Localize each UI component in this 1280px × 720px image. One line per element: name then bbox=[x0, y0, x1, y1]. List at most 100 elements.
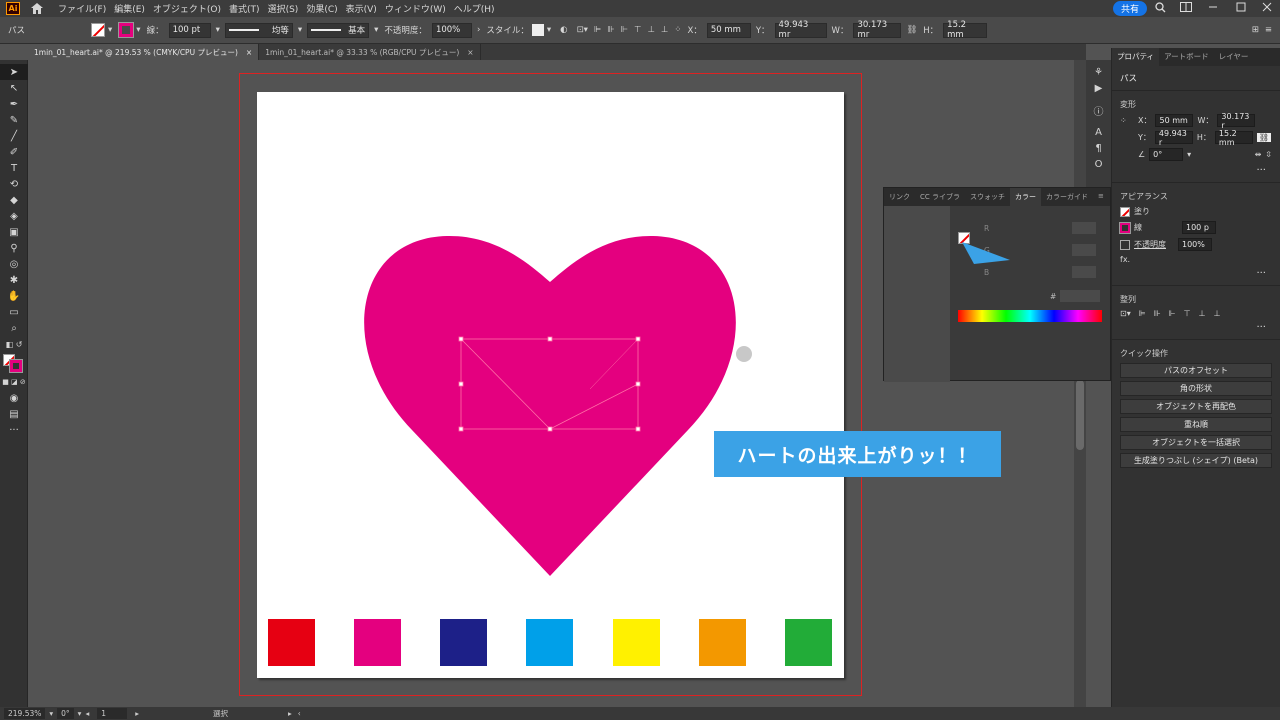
reference-point-icon[interactable]: ⁘ bbox=[674, 25, 681, 35]
align-hcenter-icon[interactable]: ⊪ bbox=[1154, 309, 1161, 318]
artboard-number-field[interactable]: 1 bbox=[97, 708, 128, 719]
panel-menu-icon[interactable]: ≡ bbox=[1265, 25, 1272, 35]
home-icon[interactable] bbox=[30, 2, 44, 15]
color-swatch-cyan[interactable] bbox=[526, 619, 573, 666]
close-icon[interactable]: × bbox=[246, 48, 252, 57]
selection-tool-icon[interactable]: ➤ bbox=[0, 64, 28, 80]
shape-builder-tool-icon[interactable]: ◈ bbox=[0, 208, 28, 224]
r-value-field[interactable] bbox=[1072, 222, 1096, 234]
direct-selection-tool-icon[interactable]: ↖ bbox=[0, 80, 28, 96]
eyedropper-tool-icon[interactable]: ⚲ bbox=[0, 240, 28, 256]
chevron-down-icon[interactable]: ▾ bbox=[298, 25, 302, 35]
chevron-down-icon[interactable]: ▾ bbox=[374, 25, 378, 35]
maximize-icon[interactable] bbox=[1236, 2, 1246, 15]
fill-none-icon[interactable] bbox=[1120, 206, 1130, 217]
h-field[interactable]: 15.2 mm bbox=[943, 20, 988, 40]
w-field[interactable]: 30.173 r bbox=[1217, 112, 1256, 130]
menu-select[interactable]: 選択(S) bbox=[264, 2, 303, 15]
opacity-label[interactable]: 不透明度 bbox=[1134, 239, 1174, 250]
chevron-down-icon[interactable]: ▾ bbox=[1187, 150, 1191, 159]
gradient-tool-icon[interactable]: ▣ bbox=[0, 224, 28, 240]
corner-shape-button[interactable]: 角の形状 bbox=[1120, 381, 1272, 396]
menu-effect[interactable]: 効果(C) bbox=[302, 2, 341, 15]
chevron-down-icon[interactable]: ▾ bbox=[216, 25, 220, 35]
scroll-thumb[interactable] bbox=[1076, 380, 1084, 450]
eraser-tool-icon[interactable]: ◆ bbox=[0, 192, 28, 208]
tab-cc-libraries[interactable]: CC ライブラ bbox=[915, 188, 965, 206]
minimize-icon[interactable] bbox=[1208, 2, 1218, 15]
zoom-field[interactable]: 219.53% bbox=[4, 708, 46, 719]
reference-point-icon[interactable]: ⁘ bbox=[1120, 116, 1134, 125]
angle-field[interactable]: 0° bbox=[1149, 148, 1184, 161]
align-bottom-icon[interactable]: ⊥ bbox=[661, 25, 668, 35]
color-swatch-yellow[interactable] bbox=[613, 619, 660, 666]
menu-object[interactable]: オブジェクト(O) bbox=[149, 2, 225, 15]
next-artboard-icon[interactable]: ▸ bbox=[135, 709, 139, 718]
align-middle-icon[interactable]: ⊥ bbox=[648, 25, 655, 35]
menu-edit[interactable]: 編集(E) bbox=[110, 2, 149, 15]
opacity-field[interactable]: 100% bbox=[1178, 238, 1212, 251]
vertical-scrollbar[interactable] bbox=[1074, 60, 1086, 708]
x-field[interactable]: 50 mm bbox=[1155, 114, 1194, 127]
align-left-icon[interactable]: ⊫ bbox=[594, 25, 601, 35]
prev-artboard-icon[interactable]: ◂ bbox=[85, 709, 89, 718]
tab-color-guide[interactable]: カラーガイド bbox=[1041, 188, 1093, 206]
tab-artboards[interactable]: アートボード bbox=[1159, 48, 1214, 66]
brush-select[interactable]: 基本 bbox=[307, 22, 370, 38]
tab-color[interactable]: カラー bbox=[1010, 188, 1042, 206]
align-vcenter-icon[interactable]: ⊥ bbox=[1199, 309, 1206, 318]
align-icon[interactable]: ⊡▾ bbox=[577, 25, 588, 35]
generative-fill-button[interactable]: 生成塗りつぶし (シェイプ) (Beta) bbox=[1120, 453, 1272, 468]
stroke-swatch[interactable] bbox=[118, 22, 135, 38]
chevron-down-icon[interactable]: ▾ bbox=[547, 25, 551, 35]
stroke-color-icon[interactable] bbox=[1119, 221, 1131, 234]
menu-help[interactable]: ヘルプ(H) bbox=[450, 2, 499, 15]
align-right-icon[interactable]: ⊩ bbox=[1169, 309, 1176, 318]
rotate-view-field[interactable]: 0° bbox=[57, 708, 74, 719]
more-options-icon[interactable]: ··· bbox=[1126, 268, 1266, 279]
chevron-down-icon[interactable]: ▾ bbox=[78, 709, 82, 718]
y-field[interactable]: 49.943 r bbox=[1154, 129, 1193, 147]
blend-tool-icon[interactable]: ◎ bbox=[0, 256, 28, 272]
opentype-icon[interactable]: O bbox=[1086, 156, 1111, 172]
more-tools-icon[interactable]: ··· bbox=[0, 422, 28, 438]
character-icon[interactable]: A bbox=[1086, 124, 1111, 140]
brush-tool-icon[interactable]: ✐ bbox=[0, 144, 28, 160]
color-swatch-orange[interactable] bbox=[699, 619, 746, 666]
link-icon[interactable]: ⛓ bbox=[906, 25, 917, 35]
play-icon[interactable]: ▶ bbox=[1086, 80, 1111, 96]
color-swatch-green[interactable] bbox=[785, 619, 832, 666]
artwork[interactable] bbox=[257, 92, 844, 678]
chevron-down-icon[interactable]: ▾ bbox=[136, 25, 140, 35]
panel-menu-icon[interactable]: ≡ bbox=[1093, 188, 1109, 206]
stroke-profile-select[interactable]: 均等 bbox=[224, 22, 293, 38]
b-value-field[interactable] bbox=[1072, 266, 1096, 278]
h-field[interactable]: 15.2 mm bbox=[1214, 129, 1253, 147]
w-field[interactable]: 30.173 mr bbox=[853, 20, 902, 40]
paragraph-icon[interactable]: ¶ bbox=[1086, 140, 1111, 156]
chevron-down-icon[interactable]: ▾ bbox=[49, 709, 53, 718]
offset-path-button[interactable]: パスのオフセット bbox=[1120, 363, 1272, 378]
curvature-tool-icon[interactable]: ✎ bbox=[0, 112, 28, 128]
color-mode-icon[interactable]: ■ ◪ ⊘ bbox=[0, 374, 28, 390]
symbol-sprayer-tool-icon[interactable]: ✱ bbox=[0, 272, 28, 288]
line-tool-icon[interactable]: ╱ bbox=[0, 128, 28, 144]
style-swatch[interactable] bbox=[531, 24, 544, 36]
fill-swatch[interactable] bbox=[91, 23, 105, 37]
tab-document-2[interactable]: 1min_01_heart.ai* @ 33.33 % (RGB/CPU プレビ… bbox=[259, 44, 481, 60]
screen-mode-icon[interactable]: ▤ bbox=[0, 406, 28, 422]
share-button[interactable]: 共有 bbox=[1112, 1, 1147, 16]
draw-mode-icon[interactable]: ◉ bbox=[0, 390, 28, 406]
x-field[interactable]: 50 mm bbox=[706, 22, 751, 38]
align-top-icon[interactable]: ⊤ bbox=[634, 25, 641, 35]
more-options-icon[interactable]: ··· bbox=[1126, 165, 1266, 176]
play-icon[interactable]: ▸ bbox=[288, 709, 292, 718]
color-swatch-navy[interactable] bbox=[440, 619, 487, 666]
chevron-down-icon[interactable]: ▾ bbox=[108, 25, 112, 35]
search-icon[interactable] bbox=[1155, 1, 1166, 16]
align-bottom-icon[interactable]: ⊥ bbox=[1214, 309, 1221, 318]
close-icon[interactable] bbox=[1262, 2, 1272, 15]
more-options-icon[interactable]: ··· bbox=[1126, 322, 1266, 333]
align-right-icon[interactable]: ⊩ bbox=[621, 25, 628, 35]
scroll-left-icon[interactable]: ‹ bbox=[298, 709, 301, 718]
